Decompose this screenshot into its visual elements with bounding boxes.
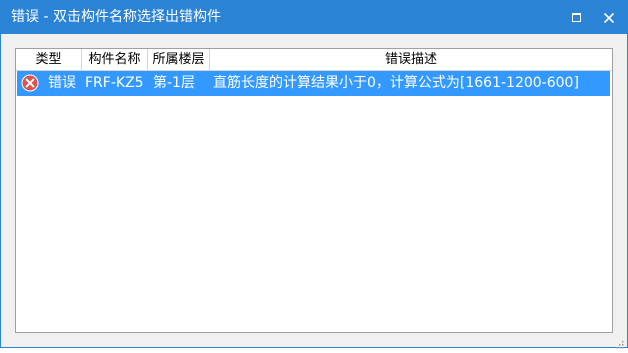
close-icon [604,12,614,23]
column-header-floor[interactable]: 所属楼层 [148,49,210,70]
list-header: 类型 构件名称 所属楼层 错误描述 [16,49,612,71]
maximize-button[interactable] [560,1,592,34]
row-error-description: 直筋长度的计算结果小于0，计算公式为[1661-1200-600] [213,75,579,91]
column-header-error-description[interactable]: 错误描述 [210,49,612,70]
row-type: 错误 [48,75,76,91]
window-title: 错误 - 双击构件名称选择出错构件 [11,9,221,25]
maximize-icon [571,13,581,22]
resize-grip-icon[interactable] [614,334,624,349]
row-floor: 第-1层 [153,75,195,91]
title-bar[interactable]: 错误 - 双击构件名称选择出错构件 [1,1,627,34]
column-header-component-name[interactable]: 构件名称 [82,49,148,70]
close-button[interactable] [593,1,625,34]
row-component-name[interactable]: FRF-KZ5 [85,71,144,96]
error-list[interactable]: 类型 构件名称 所属楼层 错误描述 错误 FRF-KZ5 第-1层 直筋长度的计… [15,48,613,333]
table-row[interactable]: 错误 FRF-KZ5 第-1层 直筋长度的计算结果小于0，计算公式为[1661-… [17,71,610,96]
error-circle-icon [21,74,39,92]
error-dialog-window: 错误 - 双击构件名称选择出错构件 类型 构件名称 所属楼层 错误描述 错误 F… [0,0,628,349]
column-header-type[interactable]: 类型 [16,49,82,70]
